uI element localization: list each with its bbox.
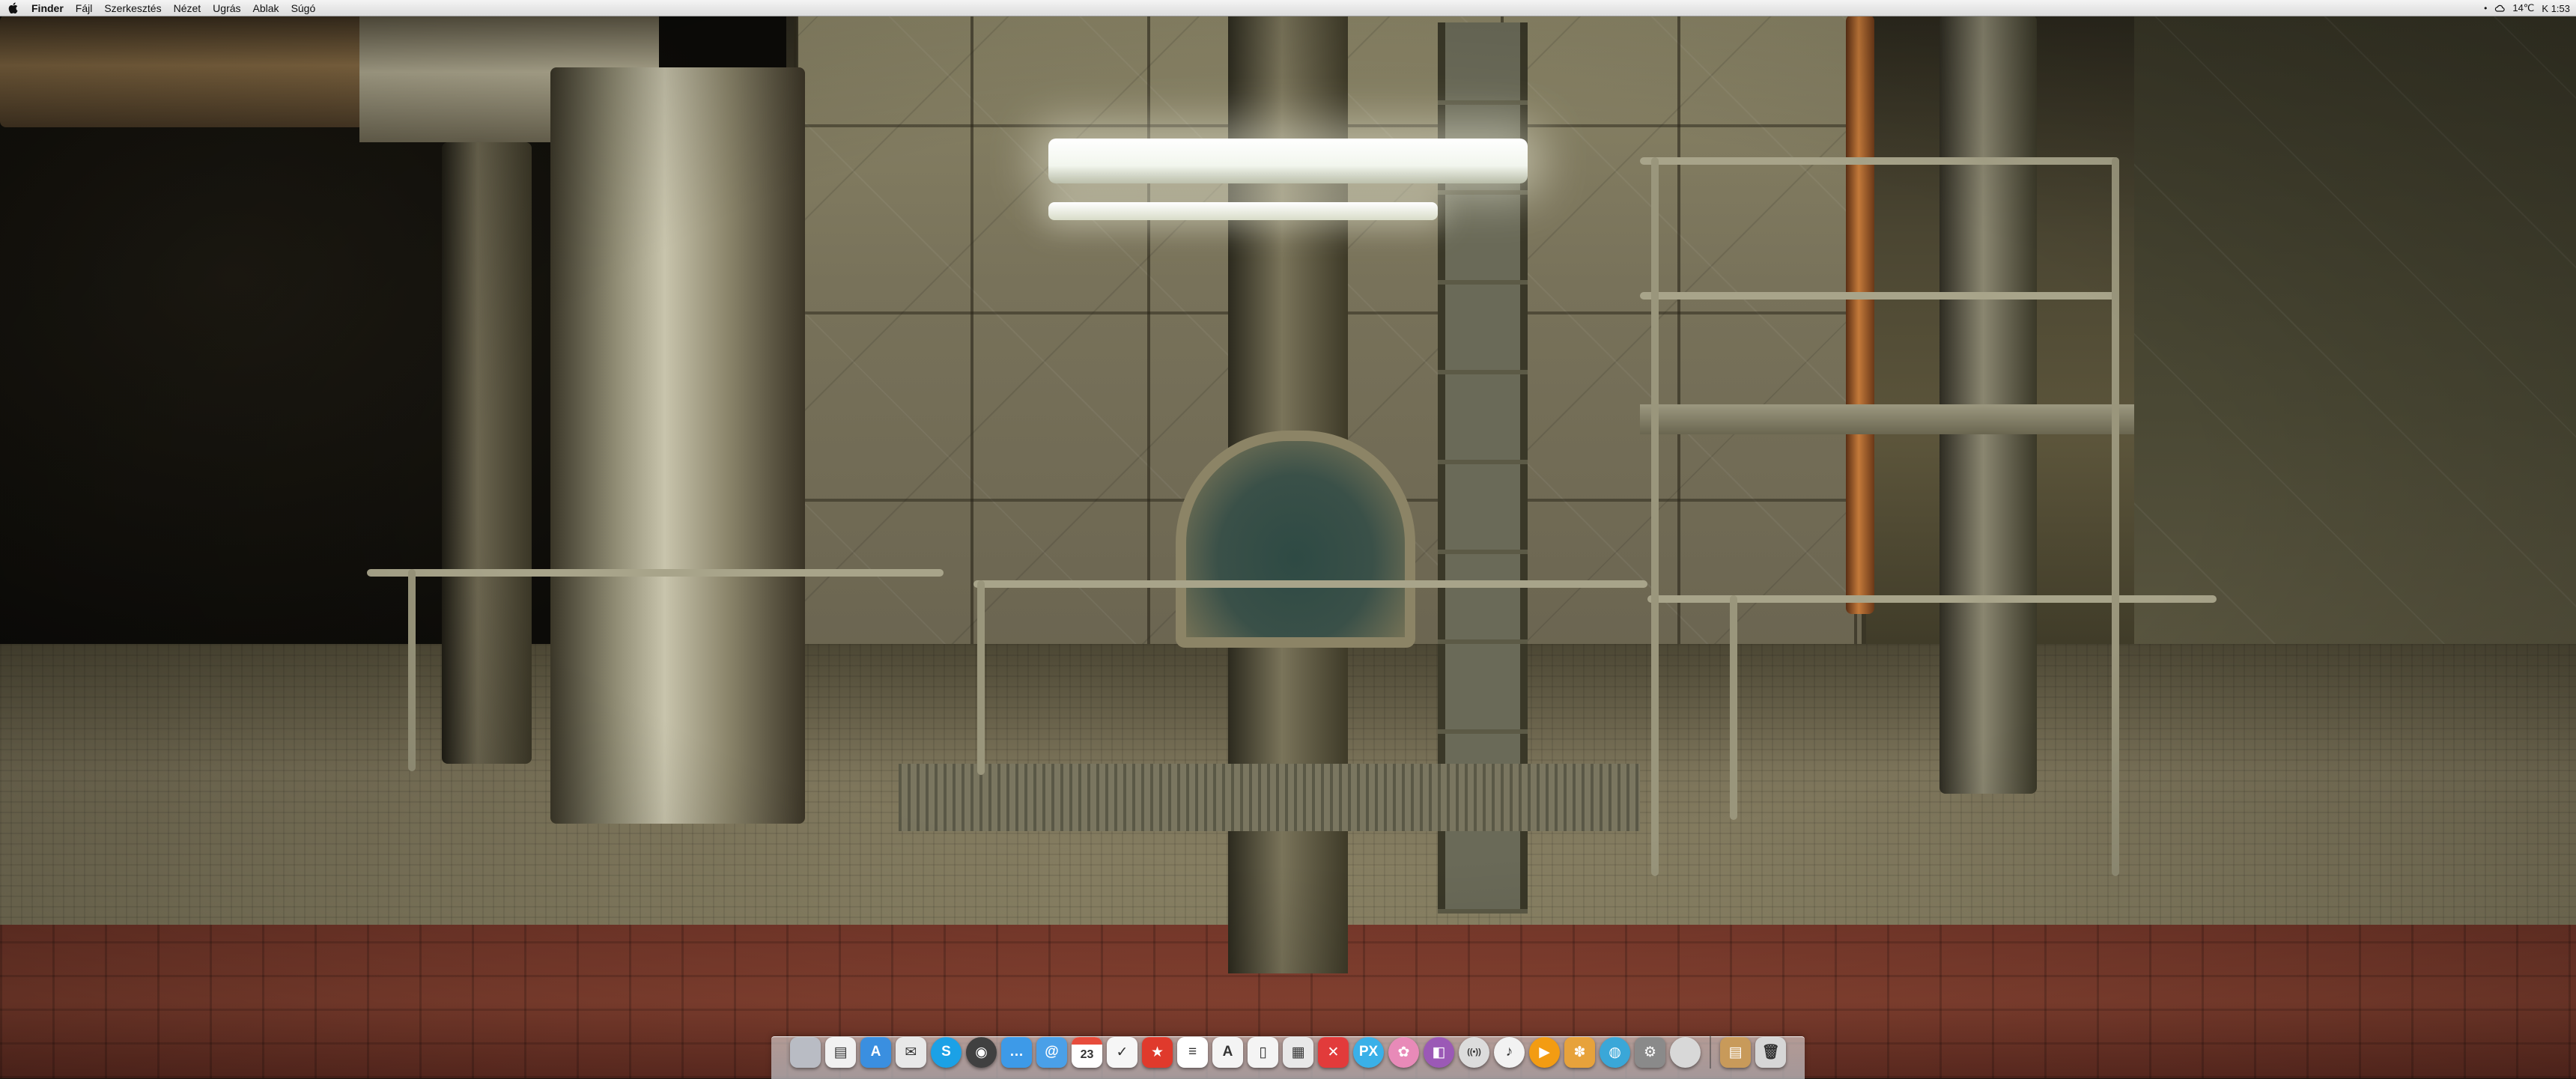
preview-icon[interactable]: ▤ (825, 1036, 856, 1068)
dock: ▤ A ✉ S ◉ … @23 ✓ ★ ≡ A ▯ ▦ ✕ PX ✿ ◧ ((•)) ♪ ▶ ✽ ◍ ⚙ ▤ 🗑 (786, 1032, 1790, 1072)
menu-finder[interactable]: Finder (25, 0, 70, 16)
menu-view[interactable]: Nézet (168, 0, 207, 16)
play-glyph: ▶ (1539, 1044, 1550, 1060)
pixelmator-icon[interactable]: PX (1353, 1036, 1384, 1068)
menu-window[interactable]: Ablak (247, 0, 285, 16)
qr-icon[interactable]: ▦ (1283, 1036, 1313, 1068)
photos-icon[interactable]: ✽ (1564, 1036, 1595, 1068)
apple-icon (8, 2, 17, 13)
app-store-icon[interactable]: A (860, 1036, 891, 1068)
itunes-icon[interactable]: ♪ (1494, 1036, 1525, 1068)
messages-icon[interactable]: … (1001, 1036, 1032, 1068)
preview-glyph: ▤ (833, 1044, 848, 1060)
notes-list-icon[interactable]: ≡ (1177, 1036, 1208, 1068)
chat-glyph: ✕ (1327, 1044, 1340, 1060)
color-picker-icon[interactable]: ◧ (1424, 1036, 1454, 1068)
calendar-glyph: 23 (1080, 1048, 1094, 1061)
itunes-glyph: ♪ (1505, 1044, 1513, 1060)
skype-glyph: S (941, 1044, 951, 1060)
flower-glyph: ✿ (1397, 1044, 1410, 1060)
cloud-icon (2495, 4, 2506, 12)
page-icon[interactable]: ▯ (1248, 1036, 1278, 1068)
menu-edit[interactable]: Szerkesztés (98, 0, 167, 16)
clock[interactable]: K 1:53 (2542, 3, 2570, 14)
downloads-stack-glyph: ▤ (1728, 1044, 1743, 1060)
reminders-glyph: ✓ (1116, 1044, 1128, 1060)
system-preferences-glyph: ⚙ (1643, 1044, 1657, 1060)
menu-help[interactable]: Súgó (285, 0, 322, 16)
menu-extras: • 14℃ K 1:53 (2484, 0, 2570, 16)
wunderlist-icon[interactable]: ★ (1142, 1036, 1173, 1068)
wallpaper-vignette (0, 0, 2576, 1078)
qr-glyph: ▦ (1291, 1044, 1305, 1060)
wifi-glyph: ((•)) (1467, 1048, 1481, 1057)
notes-list-glyph: ≡ (1188, 1044, 1197, 1060)
reminders-icon[interactable]: ✓ (1107, 1036, 1137, 1068)
status-bullet: • (2484, 3, 2488, 13)
apple-menu-icon[interactable] (0, 0, 25, 16)
app-store-glyph: A (870, 1044, 881, 1060)
camera-icon[interactable]: ◉ (966, 1036, 997, 1068)
pixelmator-glyph: PX (1358, 1044, 1379, 1060)
photos-glyph: ✽ (1573, 1044, 1586, 1060)
contacts-glyph: @ (1045, 1044, 1059, 1060)
weather-icon[interactable] (2494, 3, 2506, 13)
camera-glyph: ◉ (975, 1044, 988, 1060)
play-icon[interactable]: ▶ (1529, 1036, 1560, 1068)
menu-file[interactable]: Fájl (70, 0, 99, 16)
chat-icon[interactable]: ✕ (1318, 1036, 1349, 1068)
temperature-label[interactable]: 14℃ (2512, 2, 2534, 14)
document-icon[interactable]: A (1212, 1036, 1243, 1068)
finder-icon[interactable] (790, 1036, 821, 1068)
messages-glyph: … (1009, 1044, 1024, 1060)
calendar-icon[interactable]: 23 (1072, 1036, 1102, 1068)
trash-glyph: 🗑 (1761, 1045, 1780, 1060)
globe-icon[interactable]: ◍ (1600, 1036, 1630, 1068)
apple-icon[interactable] (1670, 1036, 1701, 1068)
dock-separator (1710, 1036, 1711, 1069)
system-preferences-icon[interactable]: ⚙ (1635, 1036, 1665, 1068)
globe-glyph: ◍ (1609, 1044, 1621, 1060)
skype-icon[interactable]: S (931, 1036, 962, 1068)
mail-icon[interactable]: ✉ (896, 1036, 926, 1068)
trash-icon[interactable]: 🗑 (1755, 1036, 1786, 1068)
desktop-wallpaper (0, 0, 2576, 1078)
menu-go[interactable]: Ugrás (207, 0, 246, 16)
document-glyph: A (1222, 1044, 1233, 1060)
mail-glyph: ✉ (905, 1044, 917, 1060)
color-picker-glyph: ◧ (1432, 1044, 1446, 1060)
wifi-icon[interactable]: ((•)) (1459, 1036, 1489, 1068)
wunderlist-glyph: ★ (1150, 1044, 1164, 1060)
downloads-stack-icon[interactable]: ▤ (1720, 1036, 1751, 1068)
page-glyph: ▯ (1259, 1044, 1267, 1060)
contacts-icon[interactable]: @ (1036, 1036, 1067, 1068)
flower-icon[interactable]: ✿ (1388, 1036, 1419, 1068)
menu-bar: Finder Fájl Szerkesztés Nézet Ugrás Abla… (0, 0, 2576, 16)
